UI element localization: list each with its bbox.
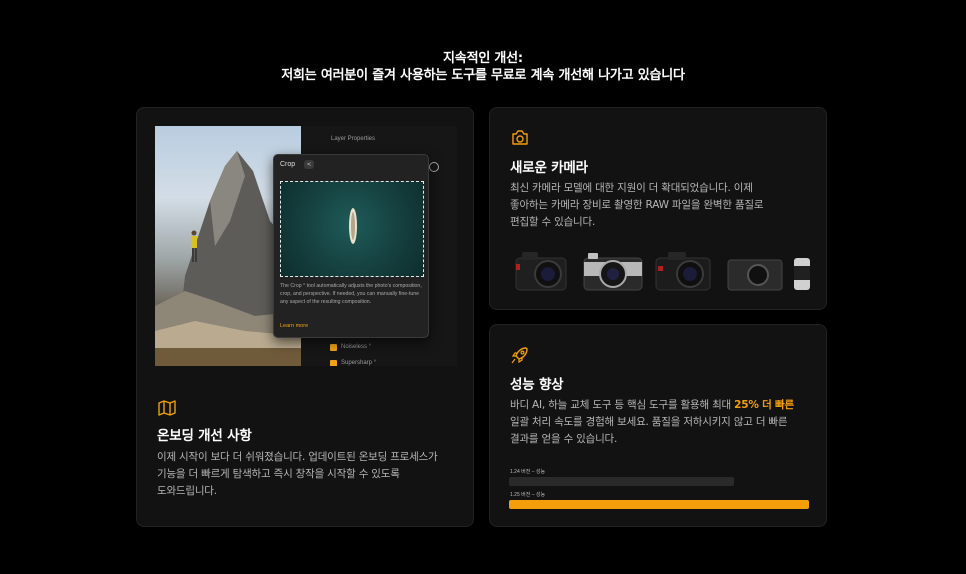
crop-close-icon[interactable]: <	[304, 160, 314, 169]
crop-tooltip-text: The Crop ° tool automatically adjusts th…	[280, 283, 422, 305]
camera-desc-line: 좋아하는 카메라 장비로 촬영한 RAW 파일을 완벽한 품질로	[510, 199, 764, 211]
performance-desc-line: 일괄 처리 속도를 경험해 보세요. 품질을 저하시키지 않고 더 빠른	[510, 416, 788, 428]
performance-desc-line: 바디 AI, 하늘 교체 도구 등 핵심 도구를 활용해 최대 25% 더 빠른	[510, 397, 820, 414]
performance-bar-new	[509, 500, 809, 509]
headline-line-1: 지속적인 개선:	[443, 51, 523, 66]
onboarding-description: 이제 시작이 보다 더 쉬워졌습니다. 업데이트된 온보딩 프로세스가 기능을 …	[157, 449, 467, 500]
onboarding-desc-line: 도와드립니다.	[157, 485, 217, 497]
bar-label-new: 1.25 버전 – 성능	[510, 492, 546, 498]
onboarding-card: Layer Properties Noiseless ° Supersharp …	[136, 107, 474, 527]
performance-title: 성능 향상	[510, 377, 564, 393]
camera-model-3	[655, 252, 711, 291]
headline: 지속적인 개선: 저희는 여러분이 즐겨 사용하는 도구를 무료로 계속 개선해…	[0, 50, 966, 84]
camera-model-2	[583, 253, 643, 291]
camera-lineup	[508, 248, 810, 294]
camera-model-5	[794, 258, 810, 290]
camera-card: 새로운 카메라 최신 카메라 모델에 대한 지원이 더 확대되었습니다. 이제 …	[489, 107, 827, 310]
info-icon[interactable]	[429, 162, 439, 172]
performance-highlight: 25% 더 빠른	[734, 399, 794, 411]
onboarding-screenshot: Layer Properties Noiseless ° Supersharp …	[155, 126, 457, 366]
onboarding-desc-line: 이제 시작이 보다 더 쉬워졌습니다. 업데이트된 온보딩 프로세스가	[157, 451, 438, 463]
camera-model-1	[515, 252, 567, 291]
supersharp-item[interactable]: Supersharp °	[341, 360, 376, 366]
camera-model-4	[727, 259, 783, 291]
performance-description: 바디 AI, 하늘 교체 도구 등 핵심 도구를 활용해 최대 25% 더 빠른…	[510, 397, 820, 448]
performance-card: 성능 향상 바디 AI, 하늘 교체 도구 등 핵심 도구를 활용해 최대 25…	[489, 324, 827, 527]
headline-line-2: 저희는 여러분이 즐겨 사용하는 도구를 무료로 계속 개선해 나가고 있습니다	[281, 68, 685, 83]
supersharp-icon	[330, 360, 337, 366]
bar-label-old: 1.24 버전 – 성능	[510, 469, 546, 475]
map-icon	[158, 400, 176, 416]
learn-more-link[interactable]: Learn more	[280, 323, 308, 329]
crop-tooltip: Crop < The Crop ° tool automatically adj…	[273, 154, 429, 338]
onboarding-title: 온보딩 개선 사항	[157, 428, 252, 444]
noiseless-icon	[330, 344, 337, 351]
performance-desc-text: 바디 AI, 하늘 교체 도구 등 핵심 도구를 활용해 최대	[510, 399, 735, 411]
camera-desc-line: 최신 카메라 모델에 대한 지원이 더 확대되었습니다. 이제	[510, 182, 753, 194]
noiseless-item[interactable]: Noiseless °	[341, 344, 371, 350]
camera-desc-line: 편집할 수 있습니다.	[510, 216, 596, 228]
camera-description: 최신 카메라 모델에 대한 지원이 더 확대되었습니다. 이제 좋아하는 카메라…	[510, 180, 820, 231]
rocket-icon	[511, 347, 528, 364]
performance-desc-line: 결과를 얻을 수 있습니다.	[510, 433, 618, 445]
performance-bar-old	[509, 477, 734, 486]
crop-preview-image	[280, 181, 424, 277]
camera-icon	[512, 130, 528, 145]
camera-title: 새로운 카메라	[510, 160, 588, 176]
crop-tooltip-title: Crop	[280, 161, 296, 168]
onboarding-desc-line: 기능을 더 빠르게 탐색하고 즉시 창작을 시작할 수 있도록	[157, 468, 400, 480]
layer-properties-header: Layer Properties	[331, 136, 376, 142]
